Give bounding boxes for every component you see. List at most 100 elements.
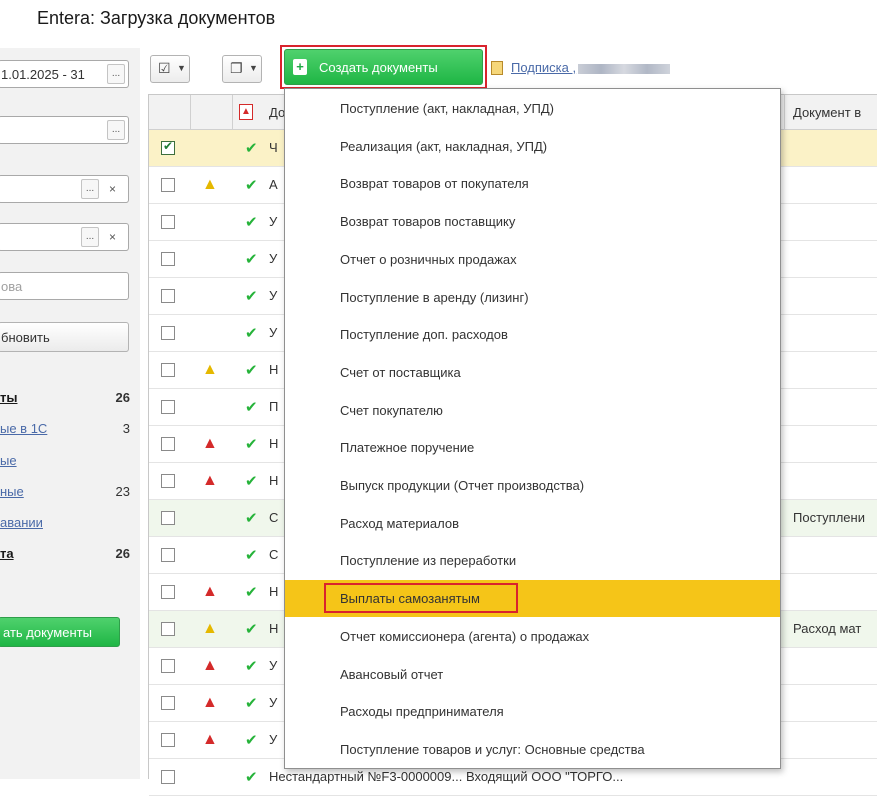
- row-checkbox[interactable]: [161, 400, 175, 414]
- row-checkbox[interactable]: [161, 585, 175, 599]
- status-link-4[interactable]: ные: [0, 484, 24, 499]
- menu-item[interactable]: Отчет комиссионера (агента) о продажах: [285, 618, 780, 655]
- create-documents-button[interactable]: + Создать документы: [284, 49, 483, 85]
- document-type-clear-button[interactable]: ×: [109, 230, 116, 244]
- row-document-in-1c: Расход мат: [793, 621, 862, 636]
- subscription-link[interactable]: Подписка ,: [511, 60, 671, 75]
- status-count-all: 26: [115, 390, 130, 405]
- menu-item-label: Поступление (акт, накладная, УПД): [340, 101, 554, 116]
- subscription-icon: [491, 61, 503, 75]
- menu-item[interactable]: Авансовый отчет: [285, 656, 780, 693]
- menu-item[interactable]: Расходы предпринимателя: [285, 693, 780, 730]
- menu-item[interactable]: Расход материалов: [285, 505, 780, 542]
- refresh-button[interactable]: бновить: [0, 322, 129, 352]
- left-create-documents-button[interactable]: ать документы: [0, 617, 120, 647]
- warning-icon: ▲: [202, 361, 218, 378]
- status-link-recognition[interactable]: авании: [0, 515, 43, 530]
- counterparty-select-button[interactable]: ...: [81, 179, 99, 199]
- menu-item[interactable]: Реализация (акт, накладная, УПД): [285, 128, 780, 165]
- menu-item-label: Расход материалов: [340, 515, 459, 531]
- error-icon: ▲: [202, 731, 218, 748]
- row-checkbox[interactable]: [161, 696, 175, 710]
- row-checkbox[interactable]: [161, 659, 175, 673]
- row-document-in-1c: Поступлени: [793, 510, 865, 525]
- status-link-loaded-1c[interactable]: ые в 1С: [0, 421, 47, 436]
- column-header-document-in-1c[interactable]: Документ в: [793, 105, 861, 120]
- pdf-icon: ▲: [239, 104, 253, 120]
- row-checkbox[interactable]: [161, 289, 175, 303]
- recognized-check-icon: ✔: [245, 251, 258, 268]
- document-type-field[interactable]: ... ×: [0, 223, 129, 251]
- organization-field[interactable]: ...: [0, 116, 129, 144]
- menu-item-label: Поступление товаров и услуг: Основные ср…: [340, 741, 645, 757]
- row-checkbox[interactable]: [161, 622, 175, 636]
- menu-item[interactable]: Поступление в аренду (лизинг): [285, 279, 780, 316]
- menu-item[interactable]: Счет от поставщика: [285, 354, 780, 391]
- row-document-text: У: [269, 658, 278, 673]
- period-select-button[interactable]: ...: [107, 64, 125, 84]
- status-link-total[interactable]: та: [0, 546, 14, 561]
- row-document-text: П: [269, 399, 279, 414]
- menu-item[interactable]: Возврат товаров поставщику: [285, 203, 780, 240]
- status-link-all[interactable]: ты: [0, 390, 17, 405]
- row-document-text: Н: [269, 362, 279, 377]
- recognized-check-icon: ✔: [245, 510, 258, 527]
- menu-item[interactable]: Выплаты самозанятым: [285, 580, 780, 618]
- error-icon: ▲: [202, 472, 218, 489]
- status-count-total: 26: [115, 546, 130, 561]
- row-checkbox[interactable]: [161, 363, 175, 377]
- menu-item-label: Поступление из переработки: [340, 553, 517, 569]
- row-document-text: Н: [269, 584, 279, 599]
- row-checkbox[interactable]: [161, 326, 175, 340]
- chevron-down-icon: ▼: [177, 63, 186, 73]
- menu-item[interactable]: Платежное поручение: [285, 429, 780, 466]
- row-checkbox[interactable]: [161, 215, 175, 229]
- row-checkbox[interactable]: [161, 770, 175, 784]
- counterparty-clear-button[interactable]: ×: [109, 182, 116, 196]
- recognized-check-icon: ✔: [245, 769, 258, 786]
- copy-button[interactable]: ❐ ▼: [222, 55, 262, 83]
- menu-item-label: Счет от поставщика: [340, 364, 461, 380]
- row-checkbox[interactable]: [161, 733, 175, 747]
- row-checkbox[interactable]: [161, 437, 175, 451]
- recognized-check-icon: ✔: [245, 214, 258, 231]
- warning-icon: ▲: [202, 620, 218, 637]
- menu-item[interactable]: Выпуск продукции (Отчет производства): [285, 467, 780, 504]
- period-field[interactable]: 1.01.2025 - 31 ...: [0, 60, 129, 88]
- row-document-text: У: [269, 325, 278, 340]
- counterparty-field[interactable]: ... ×: [0, 175, 129, 203]
- menu-item[interactable]: Поступление из переработки: [285, 542, 780, 579]
- menu-item[interactable]: Поступление товаров и услуг: Основные ср…: [285, 731, 780, 768]
- recognized-check-icon: ✔: [245, 658, 258, 675]
- menu-item[interactable]: Отчет о розничных продажах: [285, 241, 780, 278]
- mark-all-button[interactable]: ☑ ▼: [150, 55, 190, 83]
- row-checkbox[interactable]: [161, 548, 175, 562]
- error-icon: ▲: [202, 435, 218, 452]
- menu-item-label: Возврат товаров от покупателя: [340, 176, 529, 192]
- create-documents-label: Создать документы: [319, 60, 438, 75]
- row-checkbox[interactable]: [161, 474, 175, 488]
- menu-item-label: Отчет о розничных продажах: [340, 251, 517, 267]
- row-document-text: Ч: [269, 140, 278, 155]
- row-checkbox[interactable]: [161, 139, 175, 155]
- menu-item-label: Выпуск продукции (Отчет производства): [340, 478, 585, 493]
- menu-item[interactable]: Поступление доп. расходов: [285, 316, 780, 353]
- document-type-select-button[interactable]: ...: [81, 227, 99, 247]
- row-checkbox[interactable]: [161, 252, 175, 266]
- column-header-document[interactable]: До: [269, 105, 285, 120]
- row-checkbox[interactable]: [161, 178, 175, 192]
- row-document-text: Н: [269, 436, 279, 451]
- menu-item[interactable]: Возврат товаров от покупателя: [285, 165, 780, 202]
- menu-item[interactable]: Поступление (акт, накладная, УПД): [285, 90, 780, 127]
- row-document-text: Н: [269, 473, 279, 488]
- menu-item[interactable]: Счет покупателю: [285, 392, 780, 429]
- row-checkbox[interactable]: [161, 511, 175, 525]
- warning-icon: ▲: [202, 176, 218, 193]
- error-icon: ▲: [202, 583, 218, 600]
- status-link-3[interactable]: ые: [0, 453, 17, 468]
- organization-select-button[interactable]: ...: [107, 120, 125, 140]
- menu-item-label: Расходы предпринимателя: [340, 704, 504, 720]
- recognized-check-icon: ✔: [245, 177, 258, 194]
- recognized-check-icon: ✔: [245, 436, 258, 453]
- search-input[interactable]: ова: [0, 272, 129, 300]
